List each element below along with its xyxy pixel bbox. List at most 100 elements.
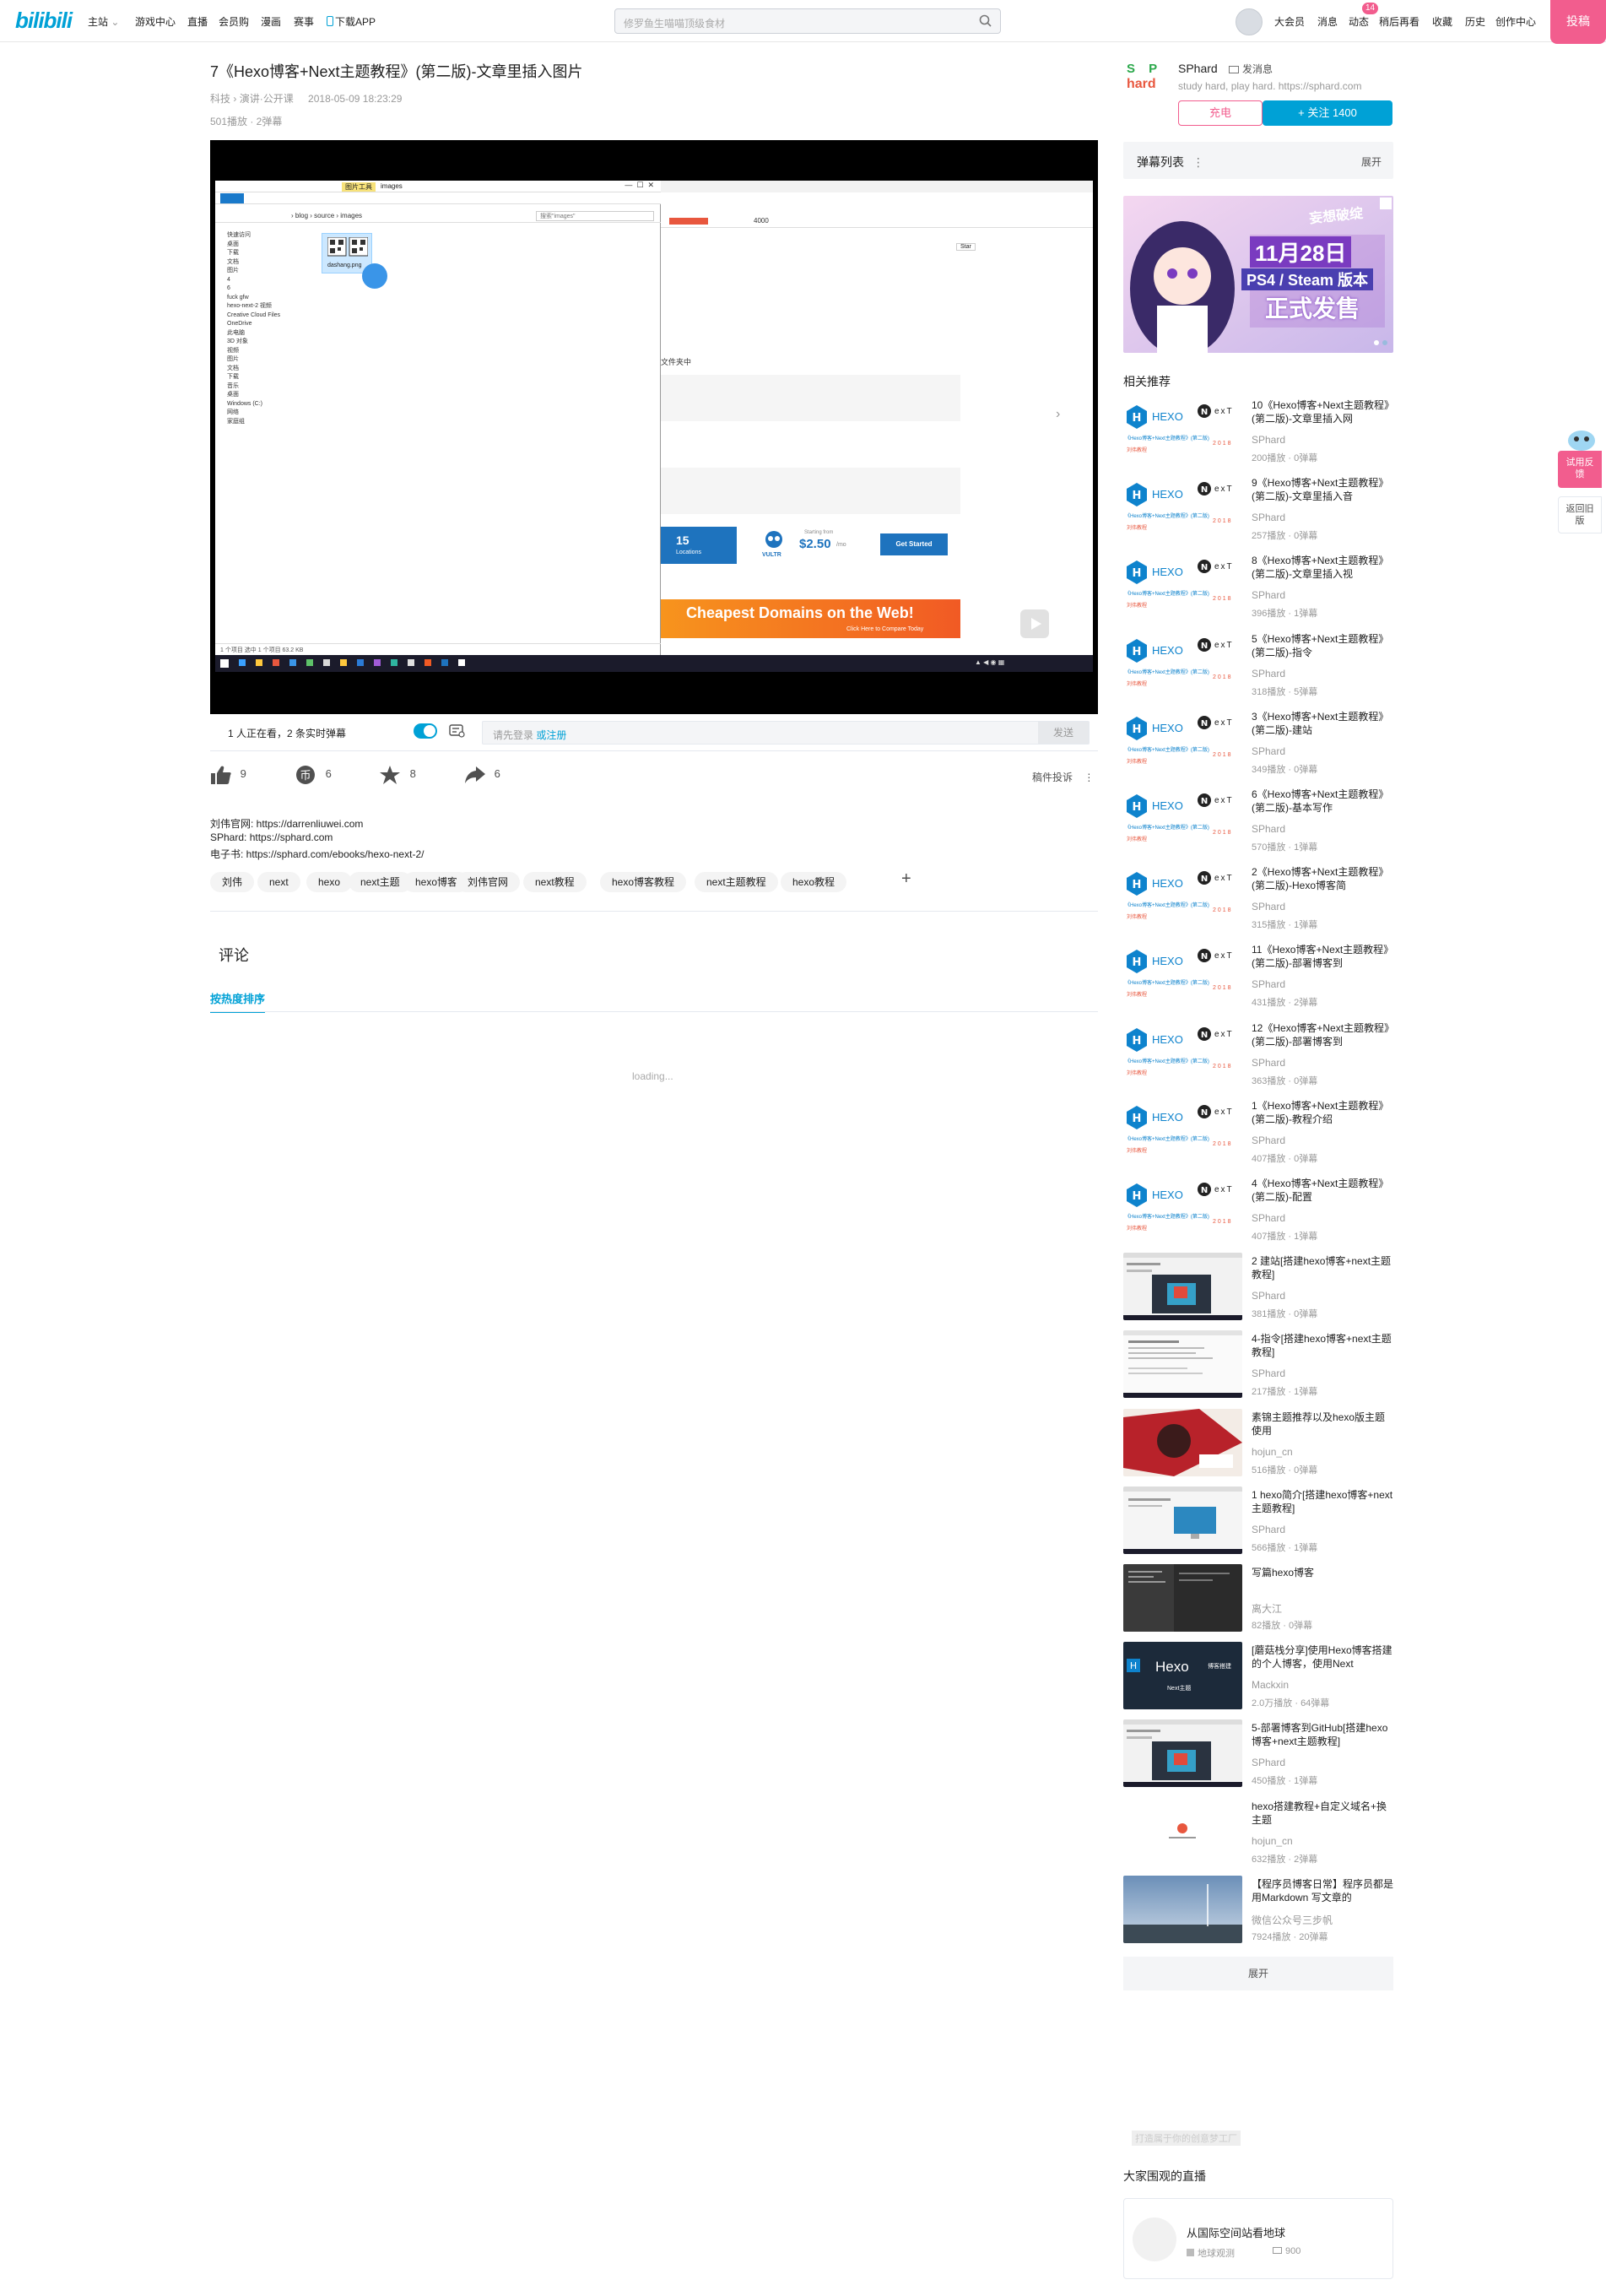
related-thumbnail[interactable] (1123, 1876, 1242, 1943)
related-title[interactable]: 5《Hexo博客+Next主题教程》(第二版)-指令 (1252, 632, 1395, 659)
related-thumbnail[interactable] (1123, 1253, 1242, 1320)
danmaku-send-button[interactable]: 发送 (1038, 722, 1089, 744)
related-item[interactable]: 【程序员博客日常】程序员都是用Markdown 写文章的 微信公众号三步帆 7924… (1123, 1876, 1393, 1943)
related-item[interactable]: H N HEXO exT 《Hexo博客+Next主题教程》(第二版) 刘伟教程 2018 5… (1123, 631, 1393, 698)
uploader-name[interactable]: SPhard (1178, 62, 1218, 75)
related-item[interactable]: H N HEXO exT 《Hexo博客+Next主题教程》(第二版) 刘伟教程 2018 8… (1123, 552, 1393, 620)
related-author[interactable]: SPhard (1252, 1524, 1285, 1535)
related-thumbnail[interactable]: H N HEXO exT 《Hexo博客+Next主题教程》(第二版) 刘伟教程 2018 (1123, 1020, 1242, 1087)
search-box[interactable]: 修罗鱼生喵喵顶级食材 (614, 8, 1001, 34)
related-title[interactable]: 2 建站[搭建hexo博客+next主题教程] (1252, 1254, 1395, 1281)
related-title[interactable]: 12《Hexo博客+Next主题教程》(第二版)-部署博客到 (1252, 1021, 1395, 1048)
old-version-button[interactable]: 返回旧版 (1558, 496, 1602, 533)
tag-item[interactable]: 刘伟 (210, 872, 255, 892)
favorite-button[interactable]: 8 (380, 765, 416, 787)
related-title[interactable]: 1 hexo简介[搭建hexo博客+next主题教程] (1252, 1488, 1395, 1515)
related-thumbnail[interactable]: H N HEXO exT 《Hexo博客+Next主题教程》(第二版) 刘伟教程 2018 (1123, 474, 1242, 542)
related-thumbnail[interactable] (1123, 1798, 1242, 1866)
related-thumbnail[interactable]: H N HEXO exT 《Hexo博客+Next主题教程》(第二版) 刘伟教程 2018 (1123, 864, 1242, 931)
related-item[interactable]: 素锦主题推荐以及hexo版主题使用 hojun_cn 516播放 · 0弹幕 (1123, 1409, 1393, 1476)
related-thumbnail[interactable]: H N HEXO exT 《Hexo博客+Next主题教程》(第二版) 刘伟教程 2018 (1123, 397, 1242, 464)
danmaku-input[interactable]: 请先登录 或注册 发送 (482, 721, 1090, 745)
charge-button[interactable]: 充电 (1178, 100, 1263, 126)
related-item[interactable]: 4-指令[搭建hexo博客+next主题教程] SPhard 217播放 · 1弹幕 (1123, 1330, 1393, 1398)
report-button[interactable]: 稿件投诉 ⋮ (1032, 770, 1094, 792)
nav-live[interactable]: 直播 (187, 14, 208, 29)
related-author[interactable]: SPhard (1252, 823, 1285, 835)
tag-item[interactable]: 刘伟官网 (456, 872, 521, 892)
coin-button[interactable]: 币 6 (295, 765, 332, 787)
related-title[interactable]: 3《Hexo博客+Next主题教程》(第二版)-建站 (1252, 710, 1395, 737)
tag-item[interactable]: hexo教程 (781, 872, 847, 892)
related-thumbnail[interactable]: H N HEXO exT 《Hexo博客+Next主题教程》(第二版) 刘伟教程 2018 (1123, 1175, 1242, 1243)
tag-item[interactable]: hexo博客教程 (600, 872, 687, 892)
category-tech-link[interactable]: 科技 (210, 93, 230, 105)
nav-history[interactable]: 历史 (1465, 14, 1485, 29)
related-author[interactable]: 微信公众号三步帆 (1252, 1913, 1333, 1927)
related-thumbnail[interactable] (1123, 1409, 1242, 1476)
related-item[interactable]: hexo搭建教程+自定义域名+换主题 hojun_cn 632播放 · 2弹幕 (1123, 1798, 1393, 1866)
related-author[interactable]: hojun_cn (1252, 1446, 1293, 1458)
sort-by-hot-tab[interactable]: 按热度排序 (210, 990, 266, 1013)
related-item[interactable]: 1 hexo简介[搭建hexo博客+next主题教程] SPhard 566播放 ·… (1123, 1486, 1393, 1554)
nav-match[interactable]: 赛事 (294, 14, 314, 29)
related-author[interactable]: SPhard (1252, 745, 1285, 757)
nav-creator-center[interactable]: 创作中心 (1495, 14, 1536, 29)
related-author[interactable]: SPhard (1252, 1757, 1285, 1768)
search-icon[interactable] (978, 14, 993, 29)
bilibili-logo[interactable]: bilibili (15, 8, 73, 34)
related-title[interactable]: 8《Hexo博客+Next主题教程》(第二版)-文章里插入视 (1252, 554, 1395, 581)
danmaku-toggle[interactable] (414, 723, 437, 739)
related-item[interactable]: 5-部署博客到GitHub[搭建hexo博客+next主题教程] SPhard 45… (1123, 1719, 1393, 1787)
category-lecture-link[interactable]: 演讲·公开课 (240, 93, 294, 105)
nav-watch-later[interactable]: 稍后再看 (1379, 14, 1419, 29)
tag-item[interactable]: next主题教程 (695, 872, 778, 892)
related-item[interactable]: 写篇hexo博客 离大江 82播放 · 0弹幕 (1123, 1564, 1393, 1632)
related-expand-button[interactable]: 展开 (1123, 1957, 1393, 1990)
related-author[interactable]: hojun_cn (1252, 1835, 1293, 1847)
related-author[interactable]: SPhard (1252, 1057, 1285, 1069)
related-title[interactable]: 1《Hexo博客+Next主题教程》(第二版)-教程介绍 (1252, 1099, 1395, 1126)
related-author[interactable]: SPhard (1252, 512, 1285, 523)
related-title[interactable]: 【程序员博客日常】程序员都是用Markdown 写文章的 (1252, 1877, 1395, 1904)
related-item[interactable]: H Hexo 博客搭建 Next主题 [蘑菇栈分享]使用Hexo博客搭建的个人博客，使用… (1123, 1642, 1393, 1709)
ad-banner[interactable]: 妄想破绽 11月28日 PS4 / Steam 版本 正式发售 (1123, 196, 1393, 353)
tag-item[interactable]: next教程 (523, 872, 587, 892)
upload-button[interactable]: 投稿 (1550, 0, 1606, 44)
tag-item[interactable]: hexo (306, 872, 353, 892)
user-avatar[interactable] (1236, 8, 1263, 35)
related-item[interactable]: H N HEXO exT 《Hexo博客+Next主题教程》(第二版) 刘伟教程 2018 1… (1123, 1020, 1395, 1087)
related-author[interactable]: SPhard (1252, 1290, 1285, 1302)
related-item[interactable]: H N HEXO exT 《Hexo博客+Next主题教程》(第二版) 刘伟教程 2018 3… (1123, 708, 1393, 776)
tag-item[interactable]: next (257, 872, 300, 892)
related-item[interactable]: H N HEXO exT 《Hexo博客+Next主题教程》(第二版) 刘伟教程 2018 1… (1123, 397, 1395, 464)
related-thumbnail[interactable]: H N HEXO exT 《Hexo博客+Next主题教程》(第二版) 刘伟教程 2018 (1123, 786, 1242, 853)
related-author[interactable]: SPhard (1252, 668, 1285, 680)
related-thumbnail[interactable]: H Hexo 博客搭建 Next主题 (1123, 1642, 1242, 1709)
nav-favorites[interactable]: 收藏 (1432, 14, 1452, 29)
nav-messages[interactable]: 消息 (1317, 14, 1338, 29)
related-author[interactable]: SPhard (1252, 589, 1285, 601)
register-link[interactable]: 或注册 (536, 729, 566, 741)
uploader-avatar[interactable]: S P hard (1123, 60, 1164, 100)
related-thumbnail[interactable]: H N HEXO exT 《Hexo博客+Next主题教程》(第二版) 刘伟教程 2018 (1123, 631, 1242, 698)
related-title[interactable]: hexo搭建教程+自定义域名+换主题 (1252, 1800, 1395, 1827)
video-player[interactable]: 图片工具 images — ☐ ✕ › blog › source › imag… (210, 140, 1098, 714)
related-author[interactable]: SPhard (1252, 1212, 1285, 1224)
related-title[interactable]: 11《Hexo博客+Next主题教程》(第二版)-部署博客到 (1252, 943, 1395, 970)
related-item[interactable]: H N HEXO exT 《Hexo博客+Next主题教程》(第二版) 刘伟教程 2018 2… (1123, 864, 1393, 931)
related-item[interactable]: H N HEXO exT 《Hexo博客+Next主题教程》(第二版) 刘伟教程 2018 1… (1123, 1097, 1393, 1165)
nav-game-center[interactable]: 游戏中心 (135, 14, 176, 29)
related-thumbnail[interactable] (1123, 1486, 1242, 1554)
related-thumbnail[interactable] (1123, 1719, 1242, 1787)
related-title[interactable]: [蘑菇栈分享]使用Hexo博客搭建的个人博客，使用Next (1252, 1643, 1395, 1671)
related-author[interactable]: 离大江 (1252, 1601, 1282, 1616)
nav-main[interactable]: 主站 ⌄ (88, 14, 119, 29)
related-thumbnail[interactable]: H N HEXO exT 《Hexo博客+Next主题教程》(第二版) 刘伟教程 2018 (1123, 941, 1242, 1009)
nav-manga[interactable]: 漫画 (261, 14, 281, 29)
related-title[interactable]: 5-部署博客到GitHub[搭建hexo博客+next主题教程] (1252, 1721, 1395, 1748)
related-author[interactable]: SPhard (1252, 901, 1285, 912)
related-title[interactable]: 4《Hexo博客+Next主题教程》(第二版)-配置 (1252, 1177, 1395, 1204)
related-title[interactable]: 10《Hexo博客+Next主题教程》(第二版)-文章里插入网 (1252, 398, 1395, 425)
related-author[interactable]: SPhard (1252, 1134, 1285, 1146)
